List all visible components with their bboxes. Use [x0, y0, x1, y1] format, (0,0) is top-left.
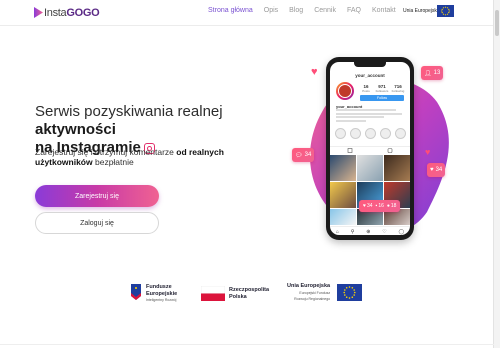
phone-notch [354, 62, 386, 67]
nav-item-contact[interactable]: Kontakt [372, 7, 396, 14]
photo-thumbnail [330, 182, 356, 208]
register-button[interactable]: Zarejestruj się [35, 185, 159, 207]
comment-icon: ▪ [375, 203, 378, 209]
comment-badge: 💬︎ 34 [292, 148, 315, 162]
grid-icon [347, 148, 393, 153]
nav-item-home[interactable]: Strona główna [208, 7, 253, 14]
phone-mockup: your_account 16 Posts 971 Followers 716 Fol… [326, 57, 414, 240]
profile-stats: 16 Posts 971 Followers 716 Following [358, 84, 406, 93]
rzeczpospolita-text: Rzeczpospolita Polska [229, 287, 270, 300]
eu-label: Unia Europejska [403, 8, 440, 14]
heart-icon: ♥ [363, 203, 366, 209]
scrollbar-thumb[interactable] [495, 10, 499, 36]
profile-account-name: your_account [355, 73, 385, 78]
logo-icon [34, 7, 43, 18]
profile-bio [336, 109, 402, 123]
person-icon: 👤︎ [424, 70, 432, 77]
nav-item-pricing[interactable]: Cennik [314, 7, 336, 14]
nav-item-faq[interactable]: FAQ [347, 7, 361, 14]
story-highlight [395, 128, 406, 139]
heart-icon: ♥ [430, 167, 434, 173]
logo-text: InstaGOGO [44, 6, 100, 19]
divider [0, 344, 494, 345]
heart-icon: ♥ [311, 66, 318, 78]
fundusze-europejskie-logo [129, 282, 143, 302]
story-highlight [365, 128, 376, 139]
story-highlight [350, 128, 361, 139]
nav-item-description[interactable]: Opis [264, 7, 278, 14]
follow-button: Follow [360, 95, 404, 101]
story-highlight [335, 128, 346, 139]
add-icon: ⊕ [366, 228, 371, 235]
stat-following: 716 Following [391, 84, 405, 93]
logo[interactable]: InstaGOGO [34, 6, 100, 19]
like-badge: ♥ 34 [427, 163, 446, 177]
phone-bottom-nav: ⌂ ⚲ ⊕ ♡ ◯ [330, 226, 410, 235]
stat-followers: 971 Followers [375, 84, 389, 93]
home-icon: ⌂ [335, 228, 339, 235]
avatar [336, 82, 354, 100]
profile-tabs [330, 146, 410, 154]
photo-thumbnail [330, 209, 356, 225]
unia-europejska-text: Unia Europejska Europejski Fundusz Rozwo… [287, 283, 331, 301]
person-icon: ● [386, 203, 390, 209]
heart-icon: ♡ [382, 228, 387, 235]
fundusze-europejskie-text: Fundusze Europejskie Inteligentny Rozwój [146, 284, 178, 302]
login-button[interactable]: Zaloguj się [35, 212, 159, 234]
follower-badge: 👤︎ 13 [421, 66, 444, 80]
photo-thumbnail [330, 155, 356, 181]
comment-icon: 💬︎ [295, 152, 303, 159]
hero-subtitle: Zarejestruj się i otrzymuj komentarze od… [35, 147, 224, 167]
profile-icon: ◯ [398, 228, 405, 235]
eu-flag-icon [437, 5, 454, 17]
funds-logos: Fundusze Europejskie Inteligentny Rozwój… [0, 282, 494, 304]
stats-badge: ♥ 34 ▪ 16 ● 18 [359, 200, 401, 212]
top-navbar: InstaGOGO Strona główna Opis Blog Cennik… [0, 0, 494, 26]
scrollbar[interactable] [493, 0, 500, 348]
photo-thumbnail [357, 155, 383, 181]
heart-icon: ♥ [425, 147, 431, 157]
story-highlight [380, 128, 391, 139]
eu-flag-icon [337, 284, 362, 301]
main-nav: Strona główna Opis Blog Cennik FAQ Konta… [208, 7, 407, 14]
photo-thumbnail [384, 155, 410, 181]
nav-item-blog[interactable]: Blog [289, 7, 303, 14]
search-icon: ⚲ [350, 228, 355, 235]
stat-posts: 16 Posts [362, 84, 370, 93]
poland-flag-icon [201, 286, 225, 301]
